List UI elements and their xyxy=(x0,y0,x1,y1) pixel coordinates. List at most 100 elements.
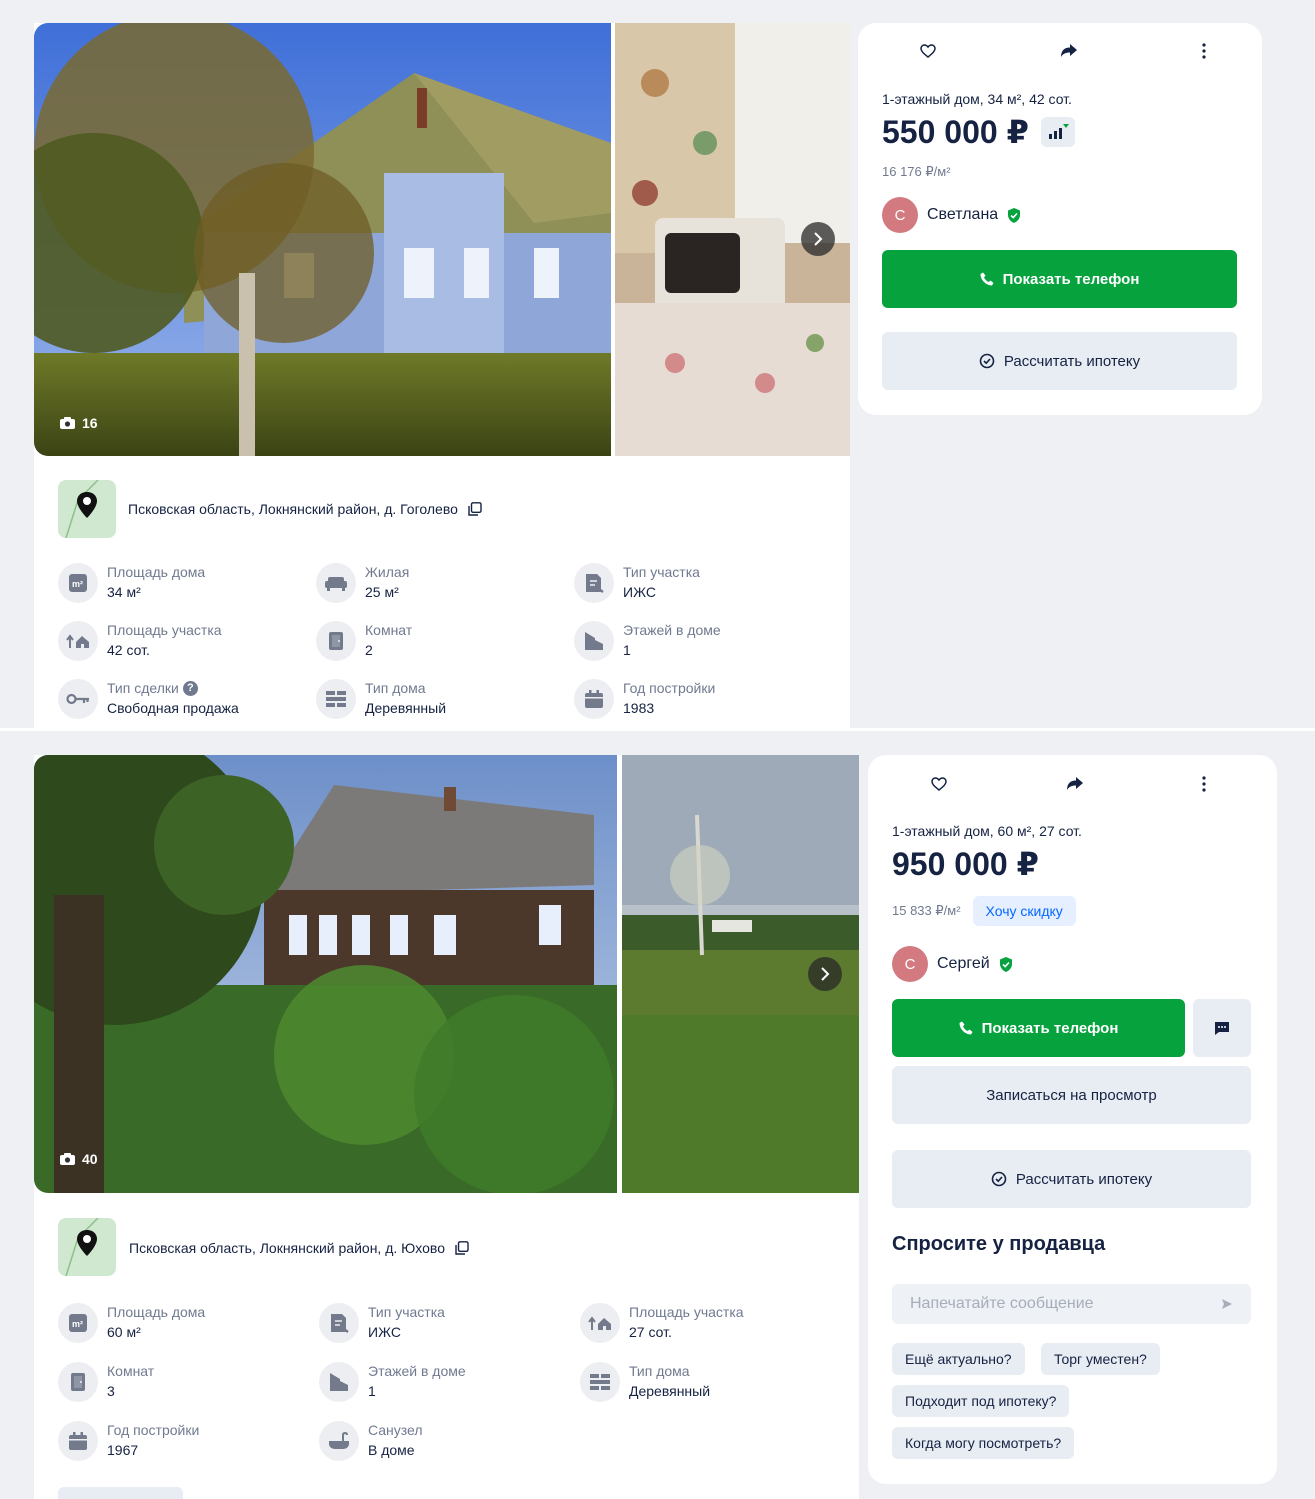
listing-2-mortgage-button[interactable]: Рассчитать ипотеку xyxy=(892,1150,1251,1208)
feature-item: Год постройки 1967 xyxy=(58,1421,199,1461)
copy-icon[interactable] xyxy=(455,1241,469,1255)
listing-2-main-photo[interactable]: 40 xyxy=(34,755,617,1193)
calendar-icon xyxy=(58,1421,98,1461)
share-arrow-icon[interactable] xyxy=(1066,777,1084,791)
feature-value: 1 xyxy=(368,1383,376,1399)
price-text: 950 000 ₽ xyxy=(892,846,1039,882)
listing-2-show-phone-button[interactable]: Показать телефон xyxy=(892,999,1185,1057)
feature-label: Тип дома xyxy=(365,680,426,696)
price-text: 550 000 ₽ xyxy=(882,114,1029,150)
listing-1-actions xyxy=(920,43,1206,59)
listing-2-price-per-m2-row: 15 833 ₽/м² Хочу скидку xyxy=(892,896,1076,926)
check-circle-icon xyxy=(979,353,995,369)
listing-2-actions xyxy=(931,776,1206,792)
bathtub-icon xyxy=(319,1421,359,1461)
plot-area-icon xyxy=(580,1303,620,1343)
mortgage-button-label: Рассчитать ипотеку xyxy=(1015,1170,1153,1188)
bricks-icon xyxy=(580,1362,620,1402)
feature-value: 1 xyxy=(623,642,631,658)
listing-1-map-thumbnail[interactable] xyxy=(58,480,116,538)
copy-icon[interactable] xyxy=(468,502,482,516)
more-details-button[interactable] xyxy=(58,1487,183,1499)
listing-1-card[interactable]: 16 Псковская область, Локнянский район, … xyxy=(34,23,850,728)
feature-item: m² Площадь дома 60 м² xyxy=(58,1303,205,1343)
feature-label: Санузел xyxy=(368,1422,423,1438)
feature-label: Площадь дома xyxy=(107,564,206,580)
feature-value: 42 сот. xyxy=(107,642,150,658)
land-type-icon xyxy=(319,1303,359,1343)
sofa-icon xyxy=(316,563,356,603)
feature-label: Жилая xyxy=(365,564,410,580)
listing-2-viewing-button[interactable]: Записаться на просмотр xyxy=(892,1066,1251,1124)
listing-1-photo-count: 16 xyxy=(60,415,98,431)
favorite-heart-icon[interactable] xyxy=(920,44,936,58)
seller-avatar: С xyxy=(882,197,918,233)
address-text: Псковская область, Локнянский район, д. … xyxy=(128,501,458,517)
feature-label: Тип участка xyxy=(623,564,700,580)
feature-item: Тип дома Деревянный xyxy=(316,679,446,719)
verified-shield-icon xyxy=(1008,207,1021,223)
bricks-icon xyxy=(316,679,356,719)
next-photo-button[interactable] xyxy=(808,957,842,991)
svg-text:m²: m² xyxy=(72,1319,83,1329)
send-icon[interactable] xyxy=(1221,1298,1233,1310)
feature-label: Комнат xyxy=(365,622,413,638)
feature-item: Тип дома Деревянный xyxy=(580,1362,710,1402)
quick-question-chip[interactable]: Торг уместен? xyxy=(1041,1343,1160,1375)
feature-item: Тип участка ИЖС xyxy=(574,563,700,603)
key-icon xyxy=(58,679,98,719)
quick-question-chip[interactable]: Подходит под ипотеку? xyxy=(892,1385,1070,1417)
listing-2-chat-button[interactable] xyxy=(1193,999,1251,1057)
feature-item: Тип сделки? Свободная продажа xyxy=(58,679,239,719)
phone-button-label: Показать телефон xyxy=(1002,270,1140,288)
feature-item: Этажей в доме 1 xyxy=(319,1362,466,1402)
help-icon[interactable]: ? xyxy=(182,680,198,696)
share-arrow-icon[interactable] xyxy=(1060,44,1078,58)
listing-1-seller[interactable]: С Светлана xyxy=(882,197,1021,233)
listing-2-second-photo[interactable] xyxy=(622,755,859,1193)
listing-1-second-photo[interactable] xyxy=(615,23,850,456)
listing-2-title: 1-этажный дом, 60 м², 27 сот. xyxy=(892,823,1082,839)
land-type-icon xyxy=(574,563,614,603)
feature-value: 25 м² xyxy=(365,584,399,600)
listing-2-price: 950 000 ₽ xyxy=(892,845,1039,883)
more-vertical-icon[interactable] xyxy=(1202,776,1206,792)
listing-2-address: Псковская область, Локнянский район, д. … xyxy=(129,1240,469,1256)
feature-value: 2 xyxy=(365,642,373,658)
quick-question-chip[interactable]: Когда могу посмотреть? xyxy=(892,1427,1075,1459)
svg-text:m²: m² xyxy=(72,579,83,589)
listing-1-show-phone-button[interactable]: Показать телефон xyxy=(882,250,1237,308)
listing-2-photo-count: 40 xyxy=(60,1151,98,1167)
quick-question-chip[interactable]: Ещё актуально? xyxy=(892,1343,1025,1375)
listing-2-seller[interactable]: С Сергей xyxy=(892,946,1013,982)
favorite-heart-icon[interactable] xyxy=(931,777,947,791)
more-vertical-icon[interactable] xyxy=(1202,43,1206,59)
mortgage-button-label: Рассчитать ипотеку xyxy=(1003,352,1141,370)
camera-icon xyxy=(60,1153,75,1165)
phone-icon xyxy=(980,272,994,286)
feature-value: ИЖС xyxy=(623,584,656,600)
next-photo-button[interactable] xyxy=(801,222,835,256)
door-icon xyxy=(316,621,356,661)
feature-label: Тип участка xyxy=(368,1304,445,1320)
listing-1-mortgage-button[interactable]: Рассчитать ипотеку xyxy=(882,332,1237,390)
listing-1-price-per-m2: 16 176 ₽/м² xyxy=(882,164,951,179)
want-discount-button[interactable]: Хочу скидку xyxy=(972,896,1076,926)
feature-label: Тип сделки? xyxy=(107,680,239,696)
photo-count-text: 40 xyxy=(82,1151,98,1167)
feature-item: m² Площадь дома 34 м² xyxy=(58,563,205,603)
listing-1-main-photo[interactable]: 16 xyxy=(34,23,611,456)
message-input[interactable] xyxy=(910,1295,1200,1313)
chat-bubble-icon xyxy=(1215,1021,1229,1035)
message-input-wrapper xyxy=(892,1284,1251,1324)
calendar-icon xyxy=(574,679,614,719)
listing-2-card[interactable]: 40 Псковская область, Локнянский район, … xyxy=(34,755,859,1499)
feature-item: Год постройки 1983 xyxy=(574,679,715,719)
price-history-badge[interactable] xyxy=(1040,117,1075,147)
listing-2-map-thumbnail[interactable] xyxy=(58,1218,116,1276)
feature-value: 34 м² xyxy=(107,584,141,600)
plot-area-icon xyxy=(58,621,98,661)
verified-shield-icon xyxy=(999,956,1012,972)
ask-seller-title: Спросите у продавца xyxy=(892,1233,1106,1255)
address-text: Псковская область, Локнянский район, д. … xyxy=(129,1240,445,1256)
